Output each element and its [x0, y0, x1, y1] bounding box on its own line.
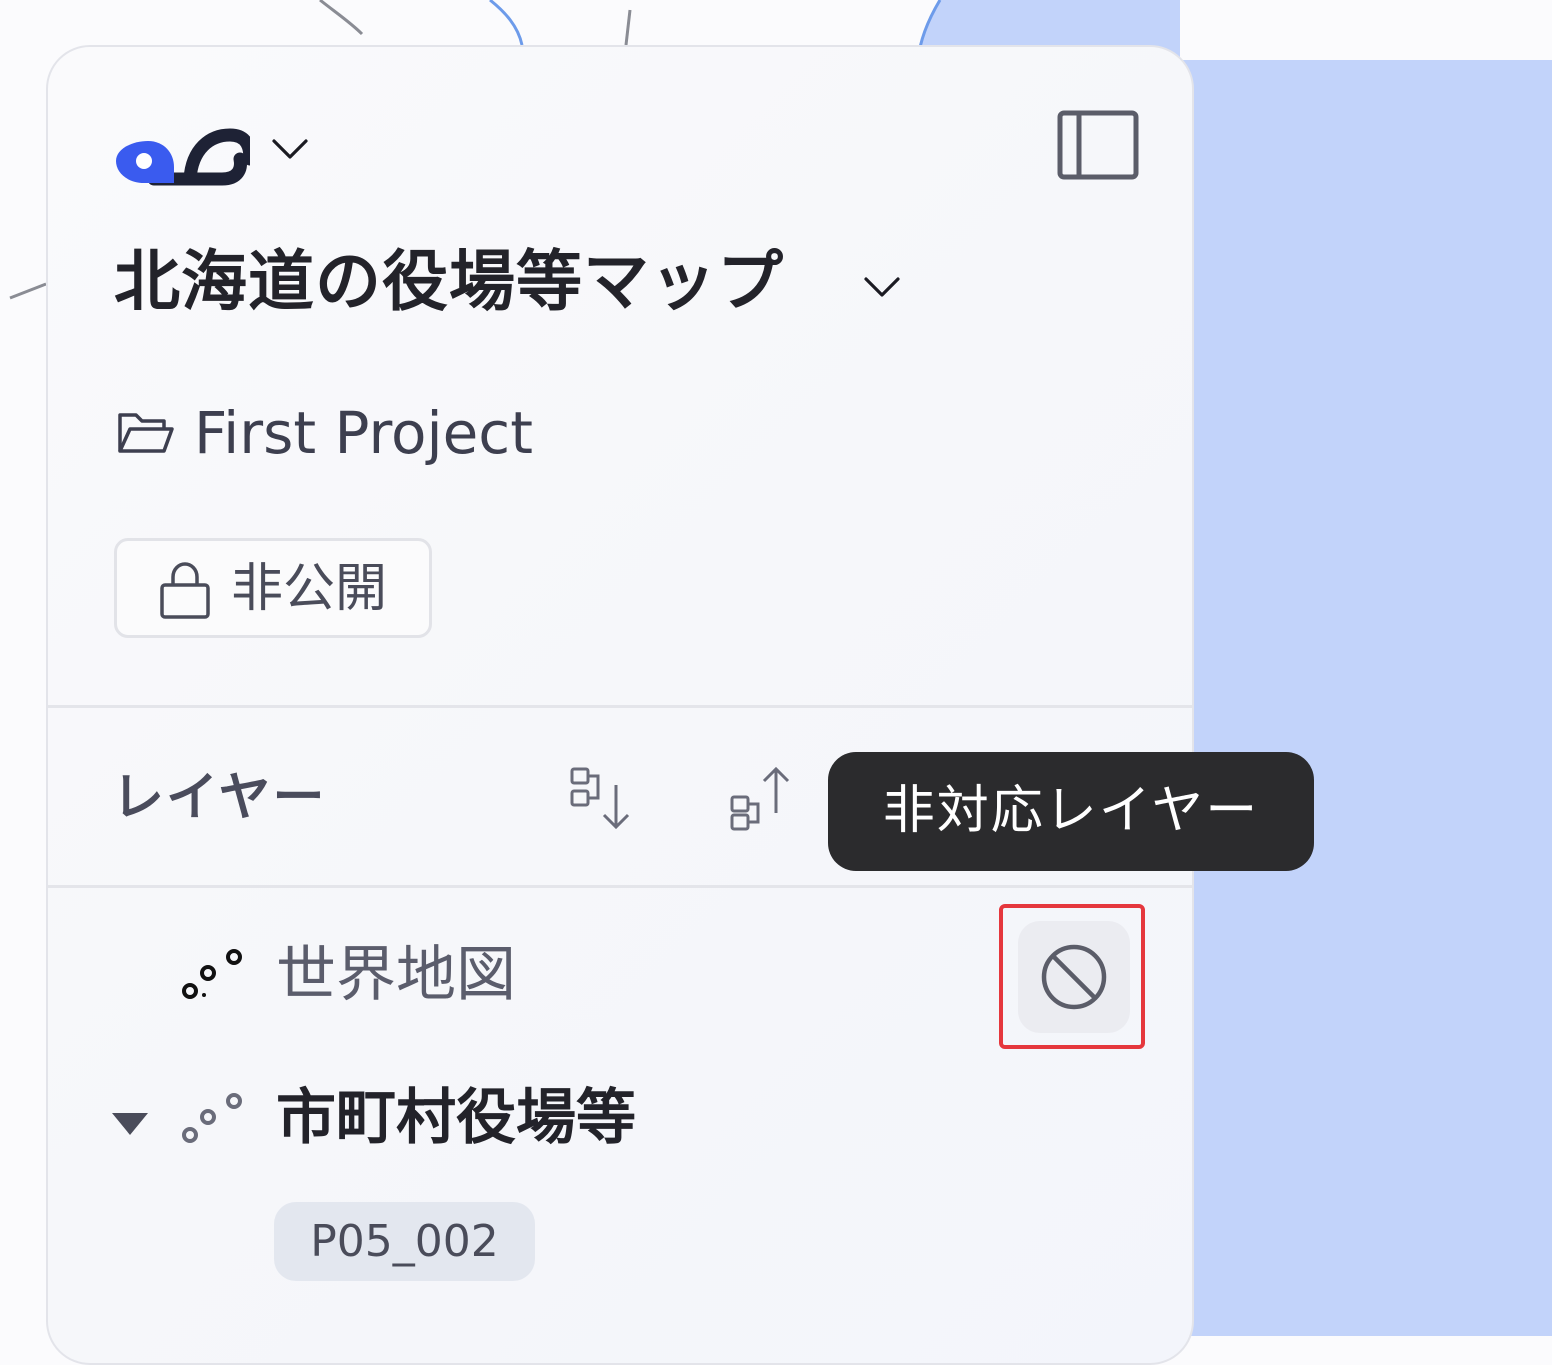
- project-panel: 北海道の役場等マップ First Project 非公開 レイヤー 世界地図 市…: [46, 45, 1194, 1365]
- layers-heading: レイヤー: [112, 768, 327, 828]
- folder-open-icon: [118, 413, 174, 453]
- tooltip: 非対応レイヤー: [828, 752, 1314, 871]
- visibility-label: 非公開: [231, 559, 388, 619]
- sidebar-toggle-icon[interactable]: [1057, 110, 1139, 180]
- layer-name: 市町村役場等: [276, 1083, 636, 1153]
- section-divider: [48, 705, 1192, 708]
- point-layer-icon: [182, 949, 242, 999]
- expand-triangle-icon[interactable]: [110, 1109, 150, 1139]
- project-folder-name[interactable]: First Project: [194, 395, 533, 471]
- sort-layers-down-icon[interactable]: [568, 765, 638, 835]
- visibility-badge[interactable]: 非公開: [114, 538, 432, 638]
- app-menu-button[interactable]: [110, 99, 320, 199]
- app-logo-icon: [116, 128, 250, 186]
- lock-icon: [160, 562, 210, 619]
- sort-layers-up-icon[interactable]: [728, 763, 798, 833]
- chevron-down-icon[interactable]: [860, 267, 910, 307]
- point-layer-icon: [182, 1093, 242, 1143]
- project-title: 北海道の役場等マップ: [114, 243, 784, 320]
- chevron-down-icon: [272, 139, 308, 159]
- highlight-box: [999, 904, 1145, 1049]
- layer-name: 世界地図: [276, 940, 516, 1010]
- attribute-tag[interactable]: P05_002: [274, 1202, 535, 1281]
- layers-header-divider: [48, 885, 1192, 888]
